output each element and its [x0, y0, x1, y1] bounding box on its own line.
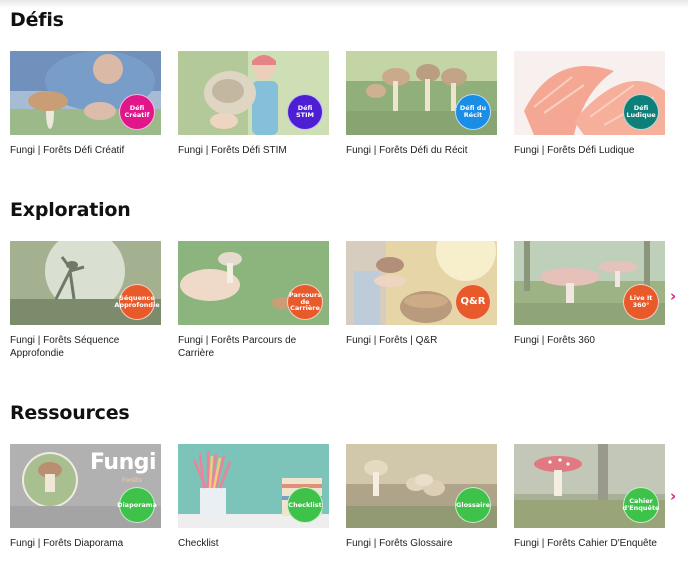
- card-caption[interactable]: Fungi | Forêts Glossaire: [346, 537, 497, 550]
- card-checklist[interactable]: Checklist Checklist: [178, 444, 329, 550]
- section-ressources: Ressources Fungi Forêts Diaporama Fungi …: [10, 402, 688, 549]
- exploration-badge: Parcours de Carrière: [287, 284, 323, 320]
- challenge-badge: Défi STIM: [287, 94, 323, 130]
- section-exploration: Exploration Séquence Approfondie Fungi |…: [10, 199, 688, 359]
- resource-badge: Cahier d'Enquête: [623, 487, 659, 523]
- card-caption[interactable]: Fungi | Forêts Séquence Approfondie: [10, 334, 161, 360]
- thumbnail[interactable]: Défi Ludique: [514, 51, 665, 135]
- card-parcours-carriere[interactable]: Parcours de Carrière Fungi | Forêts Parc…: [178, 241, 329, 360]
- card-caption[interactable]: Fungi | Forêts Cahier D'Enquête: [514, 537, 665, 550]
- thumbnail[interactable]: Q&R: [346, 241, 497, 325]
- section-title: Exploration: [10, 199, 131, 221]
- card-caption[interactable]: Fungi | Forêts Défi Créatif: [10, 144, 161, 157]
- top-shadow: [0, 0, 688, 8]
- exploration-badge: Séquence Approfondie: [114, 284, 160, 320]
- challenge-badge: Défi du Récit: [455, 94, 491, 130]
- exploration-badge: Live It 360°: [623, 284, 659, 320]
- card-360[interactable]: Live It 360° Fungi | Forêts 360: [514, 241, 665, 347]
- thumbnail[interactable]: Défi du Récit: [346, 51, 497, 135]
- section-title: Défis: [10, 9, 64, 31]
- challenge-badge: Défi Créatif: [119, 94, 155, 130]
- section-title: Ressources: [10, 402, 130, 424]
- chevron-right-icon[interactable]: ›: [670, 489, 680, 504]
- thumb-subtitle: Forêts: [122, 476, 142, 484]
- card-glossaire[interactable]: Glossaire Fungi | Forêts Glossaire: [346, 444, 497, 550]
- thumbnail[interactable]: Parcours de Carrière: [178, 241, 329, 325]
- card-q-and-r[interactable]: Q&R Fungi | Forêts | Q&R: [346, 241, 497, 347]
- card-sequence-approfondie[interactable]: Séquence Approfondie Fungi | Forêts Séqu…: [10, 241, 161, 360]
- resource-badge: Glossaire: [455, 487, 491, 523]
- card-defi-ludique[interactable]: Défi Ludique Fungi | Forêts Défi Ludique: [514, 51, 665, 157]
- section-defis: Défis Défi Créatif Fungi | Forêts Défi C…: [10, 9, 688, 156]
- card-cahier-enquete[interactable]: Cahier d'Enquête Fungi | Forêts Cahier D…: [514, 444, 665, 550]
- card-defi-creatif[interactable]: Défi Créatif Fungi | Forêts Défi Créatif: [10, 51, 161, 157]
- thumbnail[interactable]: Défi STIM: [178, 51, 329, 135]
- card-defi-recit[interactable]: Défi du Récit Fungi | Forêts Défi du Réc…: [346, 51, 497, 157]
- thumbnail[interactable]: Cahier d'Enquête: [514, 444, 665, 528]
- resource-badge: Checklist: [287, 487, 323, 523]
- thumbnail[interactable]: Live It 360°: [514, 241, 665, 325]
- chevron-right-icon[interactable]: ›: [670, 289, 680, 304]
- thumbnail[interactable]: Checklist: [178, 444, 329, 528]
- thumbnail[interactable]: Séquence Approfondie: [10, 241, 161, 325]
- exploration-badge: Q&R: [455, 284, 491, 320]
- card-caption[interactable]: Fungi | Forêts Défi Ludique: [514, 144, 665, 157]
- thumb-title: Fungi: [90, 450, 157, 475]
- card-caption[interactable]: Fungi | Forêts Défi du Récit: [346, 144, 497, 157]
- card-caption[interactable]: Fungi | Forêts 360: [514, 334, 665, 347]
- card-caption[interactable]: Fungi | Forêts | Q&R: [346, 334, 497, 347]
- card-caption[interactable]: Fungi | Forêts Défi STIM: [178, 144, 329, 157]
- card-defi-stim[interactable]: Défi STIM Fungi | Forêts Défi STIM: [178, 51, 329, 157]
- thumbnail[interactable]: Glossaire: [346, 444, 497, 528]
- challenge-badge: Défi Ludique: [623, 94, 659, 130]
- card-caption[interactable]: Fungi | Forêts Parcours de Carrière: [178, 334, 329, 360]
- thumbnail[interactable]: Défi Créatif: [10, 51, 161, 135]
- card-caption[interactable]: Fungi | Forêts Diaporama: [10, 537, 161, 550]
- card-diaporama[interactable]: Fungi Forêts Diaporama Fungi | Forêts Di…: [10, 444, 161, 550]
- thumbnail[interactable]: Fungi Forêts Diaporama: [10, 444, 161, 528]
- card-caption[interactable]: Checklist: [178, 537, 329, 550]
- resource-badge: Diaporama: [117, 487, 157, 523]
